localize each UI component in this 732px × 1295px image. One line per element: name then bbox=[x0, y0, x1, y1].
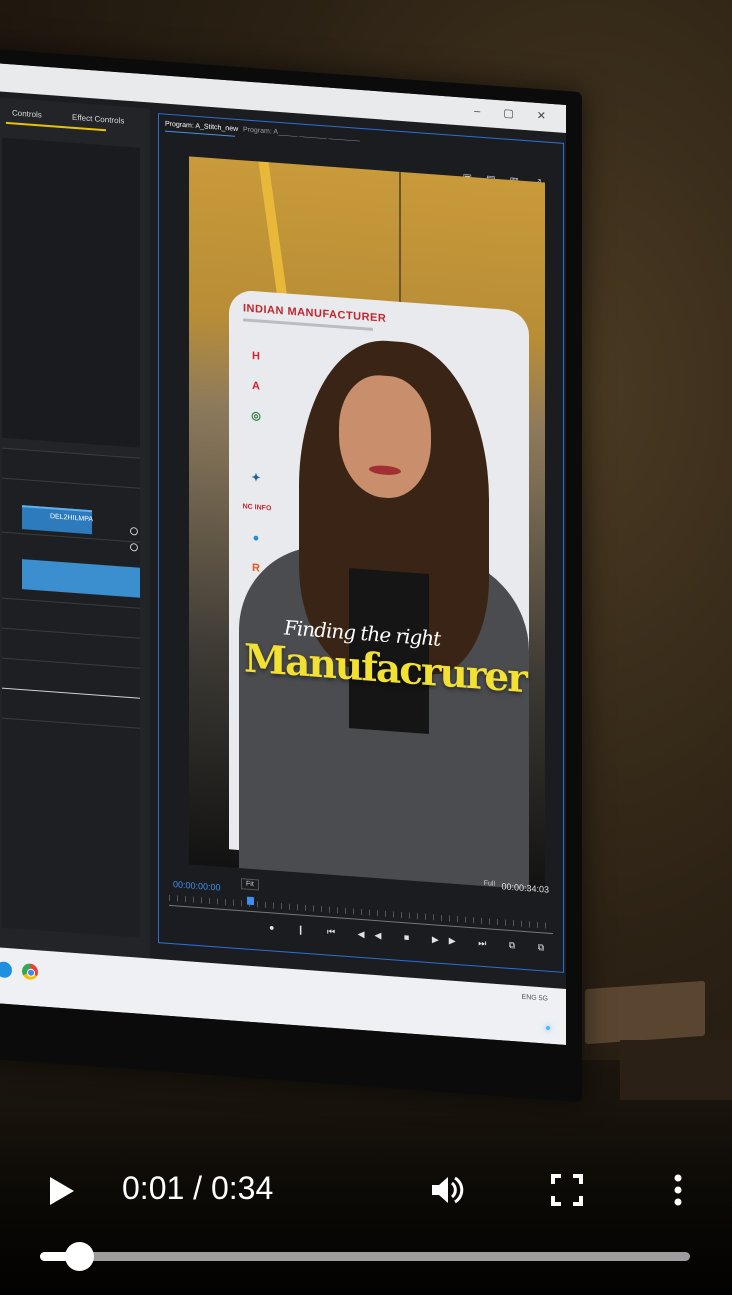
chrome-icon[interactable] bbox=[22, 963, 38, 981]
active-tab-indicator bbox=[6, 121, 106, 132]
tab-program[interactable]: Program: A_Stitch_new bbox=[165, 121, 238, 133]
track-divider bbox=[2, 447, 140, 459]
scroll-handle[interactable] bbox=[130, 543, 138, 552]
monitor-screen: – ▢ ✕ Controls Effect Controls DEL2HILMP… bbox=[0, 62, 566, 1046]
track-divider bbox=[2, 477, 140, 489]
playhead-timecode[interactable]: 00:00:00:00 bbox=[173, 879, 221, 892]
logo-cross-icon: ✦ bbox=[251, 471, 261, 485]
monitor: – ▢ ✕ Controls Effect Controls DEL2HILMP… bbox=[0, 48, 582, 1103]
program-monitor: Program: A_Stitch_new Program: A_____ __… bbox=[158, 113, 566, 973]
seek-bar-handle[interactable] bbox=[65, 1242, 94, 1271]
track-divider bbox=[2, 687, 140, 699]
duration-timecode: 00:00:34:03 bbox=[501, 881, 549, 895]
logo-circle-icon: ◎ bbox=[251, 409, 261, 423]
monitor-transport: 00:00:00:00 Fit Full 00:00:34:03 ● ❙ ⏮ ◀… bbox=[159, 868, 566, 972]
tab-effect-controls[interactable]: Effect Controls bbox=[72, 113, 124, 126]
duration: 0:34 bbox=[210, 1170, 274, 1206]
system-tray[interactable]: ENG 5G bbox=[522, 994, 548, 1003]
logo-nc-info: NC INFO bbox=[242, 503, 272, 513]
transport-buttons[interactable]: ● ❙ ⏮ ◀◀ ■ ▶▶ ⏭ ⧉ ⧉ ⧉ bbox=[269, 922, 566, 956]
desk-object bbox=[620, 1040, 732, 1100]
effect-controls-panel: Controls Effect Controls DEL2HILMPA bbox=[0, 96, 150, 959]
track-divider bbox=[2, 627, 140, 639]
track-divider bbox=[2, 531, 140, 543]
time-display: 0:01 / 0:34 bbox=[122, 1170, 273, 1207]
more-vertical-icon bbox=[674, 1174, 682, 1206]
ceiling-line bbox=[399, 171, 401, 312]
desk-box bbox=[585, 980, 705, 1045]
track-divider bbox=[2, 597, 140, 609]
audio-clip[interactable] bbox=[22, 559, 140, 598]
volume-button[interactable] bbox=[428, 1172, 468, 1208]
fullscreen-icon bbox=[551, 1174, 583, 1206]
logo-h-icon: H bbox=[252, 349, 260, 363]
track-divider bbox=[2, 657, 140, 669]
playhead[interactable] bbox=[247, 896, 254, 906]
logo-a-icon: A bbox=[252, 379, 260, 393]
fullscreen-button[interactable] bbox=[549, 1172, 585, 1208]
clip-label: DEL2HILMPA bbox=[50, 513, 94, 524]
logo-blue-circle-icon: ● bbox=[252, 532, 260, 545]
resolution-select[interactable]: Full bbox=[484, 880, 495, 888]
edge-icon[interactable] bbox=[0, 961, 12, 979]
player-controls-shade bbox=[0, 1110, 732, 1295]
zoom-select[interactable]: Fit bbox=[241, 878, 259, 891]
scroll-handle[interactable] bbox=[130, 527, 138, 536]
window-controls[interactable]: – ▢ ✕ bbox=[474, 104, 556, 123]
tab-controls[interactable]: Controls bbox=[12, 108, 42, 119]
time-ruler[interactable] bbox=[169, 894, 553, 930]
volume-icon bbox=[432, 1176, 464, 1204]
play-button[interactable] bbox=[44, 1172, 80, 1208]
video-clip[interactable]: DEL2HILMPA bbox=[22, 505, 94, 535]
tab-program-2[interactable]: Program: A_____ _______ ________ bbox=[243, 126, 360, 142]
video-preview: INDIAN MANUFACTURER H A ◎ ✦ NC INFO ● R … bbox=[189, 156, 545, 891]
seek-bar[interactable] bbox=[40, 1242, 690, 1271]
power-led-icon bbox=[546, 1026, 550, 1030]
current-time: 0:01 bbox=[122, 1170, 185, 1206]
more-options-button[interactable] bbox=[660, 1172, 696, 1208]
time-separator: / bbox=[184, 1170, 211, 1206]
effect-controls-area bbox=[2, 137, 140, 448]
track-divider bbox=[2, 717, 140, 729]
timeline-panel[interactable]: DEL2HILMPA bbox=[2, 447, 140, 938]
